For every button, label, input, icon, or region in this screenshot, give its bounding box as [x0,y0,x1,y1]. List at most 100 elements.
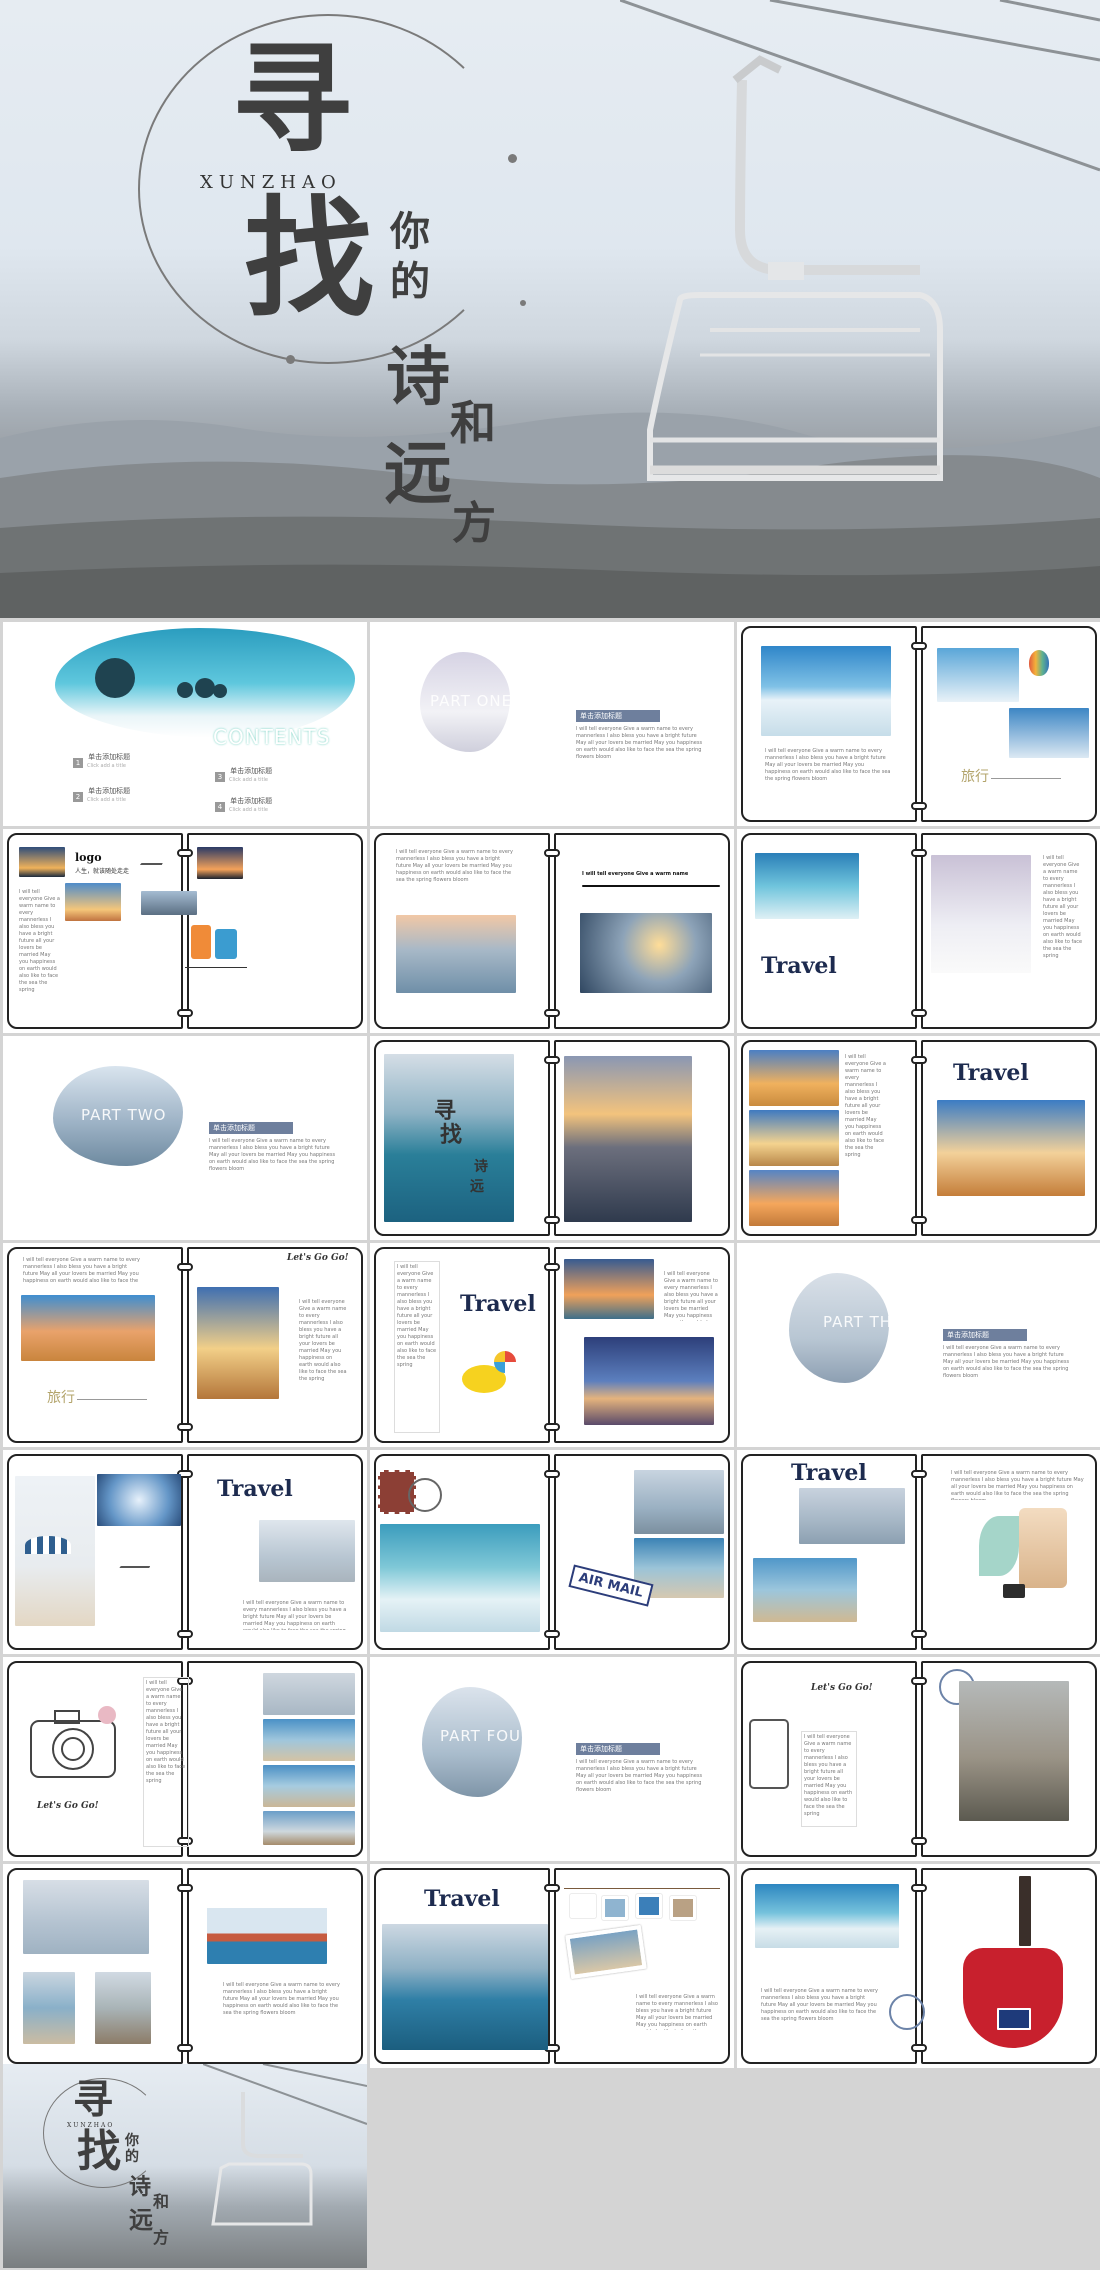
winter-lake-image [55,628,355,738]
umbrella-icon [25,1536,71,1554]
calm-sea-photo [23,1880,149,1954]
part-three-label: PART THREE [823,1313,925,1331]
book-ring [177,1423,193,1431]
photo-string-line [564,1888,720,1889]
polaroid-photo [636,1894,662,1918]
travel-title: Travel [761,953,837,979]
cloud-field-photo [197,1287,279,1399]
travel-title: Travel [953,1060,1029,1086]
sketched-suitcase-icon [749,1719,789,1789]
beach-photo [753,1558,857,1622]
cloud-sunset-photo [65,883,121,921]
orange-suitcase-icon [191,925,211,959]
snow-lake-photo [755,853,859,919]
slide-part-four[interactable]: PART FOUR 单击添加标题 I will tell everyone Gi… [370,1657,734,1861]
beach-photo [263,1765,355,1807]
book-ring [544,1009,560,1017]
chairlift-image [620,0,1100,481]
union-jack-flag-icon [997,2008,1031,2030]
palm-leaf-icon [979,1516,1019,1576]
slide-book-paris[interactable]: Let's Go Go! I will tell everyone Give a… [737,1657,1100,1861]
book-frame: Let's Go Go! I will tell everyone Give a… [7,1661,363,1857]
slide-book-ship[interactable]: I will tell everyone Give a warm name to… [3,1864,367,2068]
book-body-text: I will tell everyone Give a warm name to… [243,1600,347,1630]
book-ring [177,849,193,857]
book-frame: I will tell everyone Give a warm name to… [741,1040,1097,1236]
book-ring [911,1056,927,1064]
book-frame: I will tell everyone Give a warm name to… [741,1868,1097,2064]
part-heading: 单击添加标题 [209,1122,293,1134]
slide-book-lets-go[interactable]: I will tell everyone Give a warm name to… [3,1243,367,1447]
book-frame: AIR MAIL [374,1454,730,1650]
slide-ending[interactable]: 寻 XUNZHAO 找 你 的 诗 和 远 方 [3,2064,367,2268]
cover-subtitle-char-4: 方 [452,498,496,549]
contents-title: CONTENTS [213,725,331,749]
slide-book-camera[interactable]: Let's Go Go! I will tell everyone Give a… [3,1657,367,1861]
title-underline [582,885,720,887]
aurora-tree-photo [584,1337,714,1425]
cover-title-char-4: 的 [390,258,430,305]
part-four-label: PART FOUR [440,1727,533,1745]
snow-lake-photo [755,1884,899,1948]
contents-item-sub: Click add a title [229,807,268,813]
camera-icon [1003,1584,1025,1598]
decorative-dot [286,355,295,364]
contents-item-4[interactable]: 4 单击添加标题 Click add a title [215,794,345,813]
book-ring [177,1009,193,1017]
slide-book-umbrella[interactable]: Travel I will tell everyone Give a warm … [3,1450,367,1654]
cover-slide[interactable]: 寻 XUNZHAO 找 你 的 诗 和 远 方 [0,0,1100,618]
slide-contents[interactable]: CONTENTS 1 单击添加标题 Click add a title 2 单击… [3,622,367,826]
book-ring [177,2044,193,2052]
polaroid-photo [570,1894,596,1918]
part-heading: 单击添加标题 [943,1329,1027,1341]
contents-item-1[interactable]: 1 单击添加标题 Click add a title [73,750,203,769]
book-ring [177,1630,193,1638]
slide-part-two[interactable]: PART TWO 单击添加标题 I will tell everyone Giv… [3,1036,367,1240]
slide-book-travel-snow[interactable]: Travel I will tell everyone Give a warm … [737,829,1100,1033]
slide-book-travel-desert[interactable]: I will tell everyone Give a warm name to… [737,1036,1100,1240]
book-ring [544,1423,560,1431]
slide-book-air-mail[interactable]: AIR MAIL [370,1450,734,1654]
part-body-text: I will tell everyone Give a warm name to… [576,726,703,760]
book-ring [911,642,927,650]
calm-lake-photo [799,1488,905,1544]
contents-item-title: 单击添加标题 [88,753,131,761]
slide-part-one[interactable]: PART ONE 单击添加标题 I will tell everyone Giv… [370,622,734,826]
part-body-text: I will tell everyone Give a warm name to… [943,1345,1070,1379]
ending-subtitle-char-3: 远 [129,2205,153,2234]
book-ring [544,1470,560,1478]
slide-deck-preview: 寻 XUNZHAO 找 你 的 诗 和 远 方 CONTENTS 1 单击添加标… [0,0,1100,2270]
slide-book-london[interactable]: I will tell everyone Give a warm name to… [737,1864,1100,2068]
book-body-text: I will tell everyone Give a warm name to… [636,1994,718,2030]
polaroid-photo [670,1896,696,1920]
cover-title-char-2: 找 [244,182,375,335]
slide-book-snow[interactable]: I will tell everyone Give a warm name to… [737,622,1100,826]
colorful-desert-photo [21,1295,155,1361]
slide-book-logo[interactable]: logo 人生，就该随处走走 I will tell everyone Give… [3,829,367,1033]
contents-item-3[interactable]: 3 单击添加标题 Click add a title [215,764,345,783]
ending-subtitle-char-1: 诗 [129,2174,152,2200]
signature-text: 旅行 [47,1390,75,1406]
traveler-photo [95,1972,151,2044]
slide-book-travel-suitcase[interactable]: Travel I will tell everyone Give a warm … [737,1450,1100,1654]
book-frame: Travel I will tell everyone Give a warm … [374,1868,730,2064]
part-body-text: I will tell everyone Give a warm name to… [576,1759,703,1793]
slide-part-three[interactable]: PART THREE 单击添加标题 I will tell everyone G… [737,1243,1100,1447]
sea-title-char: 寻 [434,1098,457,1124]
slide-book-polaroids[interactable]: Travel I will tell everyone Give a warm … [370,1864,734,2068]
union-jack-hat-icon [963,1948,1063,2048]
travel-title: Travel [424,1886,500,1912]
slide-book-sea[interactable]: 寻 找 诗 远 [370,1036,734,1240]
book-body-text: I will tell everyone Give a warm name to… [801,1731,857,1827]
part-two-label: PART TWO [81,1106,167,1124]
snow-road-photo [761,646,891,736]
book-frame: Travel I will tell everyone Give a warm … [741,833,1097,1029]
heartbeat-line [991,778,1061,779]
slide-book-beach-ball[interactable]: I will tell everyone Give a warm name to… [370,1243,734,1447]
book-body-text: I will tell everyone Give a warm name to… [664,1271,718,1321]
contents-item-2[interactable]: 2 单击添加标题 Click add a title [73,784,203,803]
book-frame: I will tell everyone Give a warm name to… [374,833,730,1029]
contents-item-number: 3 [215,772,225,782]
big-ben-icon [1019,1876,1031,1946]
slide-book-sunrise[interactable]: I will tell everyone Give a warm name to… [370,829,734,1033]
